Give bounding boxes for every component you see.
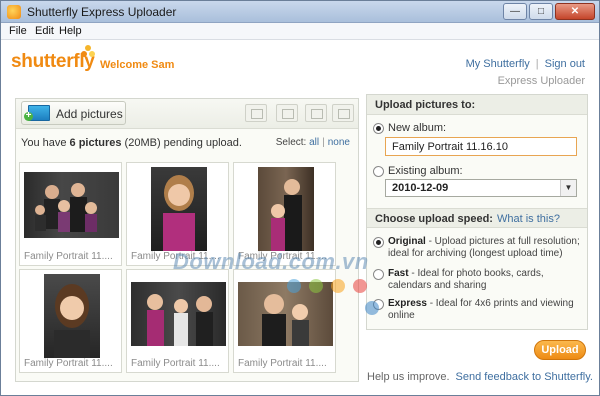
select-none-link[interactable]: none <box>328 137 350 148</box>
speed-fast-text: Fast - Ideal for photo books, cards, cal… <box>388 268 584 292</box>
header-link-separator: | <box>535 58 539 70</box>
menu-help[interactable]: Help <box>59 25 82 37</box>
express-uploader-subtitle: Express Uploader <box>497 75 585 87</box>
header-links: My Shutterfly | Sign out <box>466 58 585 70</box>
minimize-button[interactable]: — <box>503 3 527 20</box>
menu-edit[interactable]: Edit <box>35 25 54 37</box>
new-album-label: New album: <box>388 122 447 134</box>
download-watermark: Download.com.vn <box>173 249 369 274</box>
rotate-left-button[interactable] <box>305 104 327 122</box>
chevron-down-icon: ▼ <box>560 180 576 196</box>
upload-to-heading: Upload pictures to: <box>367 95 587 115</box>
speed-fast-radio[interactable] <box>373 269 384 280</box>
new-album-radio[interactable] <box>373 123 384 134</box>
what-is-this-link[interactable]: What is this? <box>497 213 560 225</box>
thumbnail[interactable]: Family Portrait 11.... <box>126 269 229 373</box>
photo-girl-closeup <box>44 274 100 358</box>
close-button[interactable]: ✕ <box>555 3 595 20</box>
thumbnail[interactable]: Family Portrait 11.... <box>19 162 122 266</box>
select-label: Select: <box>275 137 307 148</box>
upload-options-panel: Upload pictures to: New album: Family Po… <box>366 94 588 330</box>
shutterfly-app-icon <box>7 5 21 19</box>
send-feedback-link[interactable]: Send feedback to Shutterfly. <box>456 371 593 383</box>
photo-three-kids <box>131 282 226 346</box>
photo-family-group <box>24 172 119 238</box>
upload-button[interactable]: Upload <box>534 340 586 360</box>
existing-album-radio[interactable] <box>373 166 384 177</box>
my-shutterfly-link[interactable]: My Shutterfly <box>466 58 530 70</box>
photo-girl-portrait <box>151 167 207 251</box>
feedback-row: Help us improve. Send feedback to Shutter… <box>367 371 593 383</box>
select-controls: Select: all | none <box>276 137 350 148</box>
menu-file[interactable]: File <box>9 25 27 37</box>
photo-mother-daughter <box>258 167 314 251</box>
remove-picture-button[interactable] <box>245 104 267 122</box>
existing-album-value: 2010-12-09 <box>392 182 449 194</box>
new-album-name-input[interactable]: Family Portrait 11.16.10 <box>385 137 577 156</box>
select-separator: | <box>322 137 325 148</box>
upload-speed-heading: Choose upload speed: What is this? <box>367 208 587 228</box>
thumbnail-caption: Family Portrait 11.... <box>238 358 327 369</box>
existing-album-label: Existing album: <box>388 165 463 177</box>
speed-original-text: Original - Upload pictures at full resol… <box>388 236 584 260</box>
logo-flower-icon <box>81 45 95 59</box>
sign-out-link[interactable]: Sign out <box>545 58 585 70</box>
select-all-link[interactable]: all <box>309 137 319 148</box>
thumbnail-caption: Family Portrait 11.... <box>24 358 113 369</box>
add-pictures-label: Add pictures <box>56 107 123 121</box>
speed-original-name: Original <box>388 236 426 247</box>
thumbnail-caption: Family Portrait 11.... <box>131 358 220 369</box>
pictures-toolbar: Add pictures <box>16 99 358 129</box>
welcome-text: Welcome Sam <box>100 59 175 71</box>
thumbnail-caption: Family Portrait 11.... <box>24 251 113 262</box>
speed-fast-name: Fast <box>388 268 409 279</box>
existing-album-select[interactable]: 2010-12-09 ▼ <box>385 179 577 197</box>
menu-bar: File Edit Help <box>1 23 599 40</box>
add-picture-icon <box>24 105 50 121</box>
maximize-button[interactable]: □ <box>529 3 553 20</box>
title-bar[interactable]: Shutterfly Express Uploader — □ ✕ <box>1 1 599 23</box>
speed-original-radio[interactable] <box>373 237 384 248</box>
add-pictures-button[interactable]: Add pictures <box>21 101 126 125</box>
pictures-panel: Add pictures You have 6 pictures (20MB) … <box>15 98 359 382</box>
upload-speed-title: Choose upload speed: <box>375 213 493 225</box>
pending-prefix: You have <box>21 137 70 149</box>
rotate-right-button[interactable] <box>332 104 354 122</box>
edit-picture-button[interactable] <box>276 104 298 122</box>
speed-express-text: Express - Ideal for 4x6 prints and viewi… <box>388 298 584 322</box>
thumbnail[interactable]: Family Portrait 11.... <box>19 269 122 373</box>
feedback-text: Help us improve. <box>367 371 450 383</box>
window-controls: — □ ✕ <box>501 3 595 20</box>
uploader-window: Shutterfly Express Uploader — □ ✕ File E… <box>0 0 600 396</box>
speed-fast-desc: - Ideal for photo books, cards, calendar… <box>388 268 544 291</box>
speed-express-name: Express <box>388 298 427 309</box>
pending-suffix: (20MB) pending upload. <box>121 137 242 149</box>
pending-count: 6 pictures <box>69 137 122 149</box>
pending-upload-text: You have 6 pictures (20MB) pending uploa… <box>21 137 242 149</box>
window-title: Shutterfly Express Uploader <box>27 5 177 19</box>
